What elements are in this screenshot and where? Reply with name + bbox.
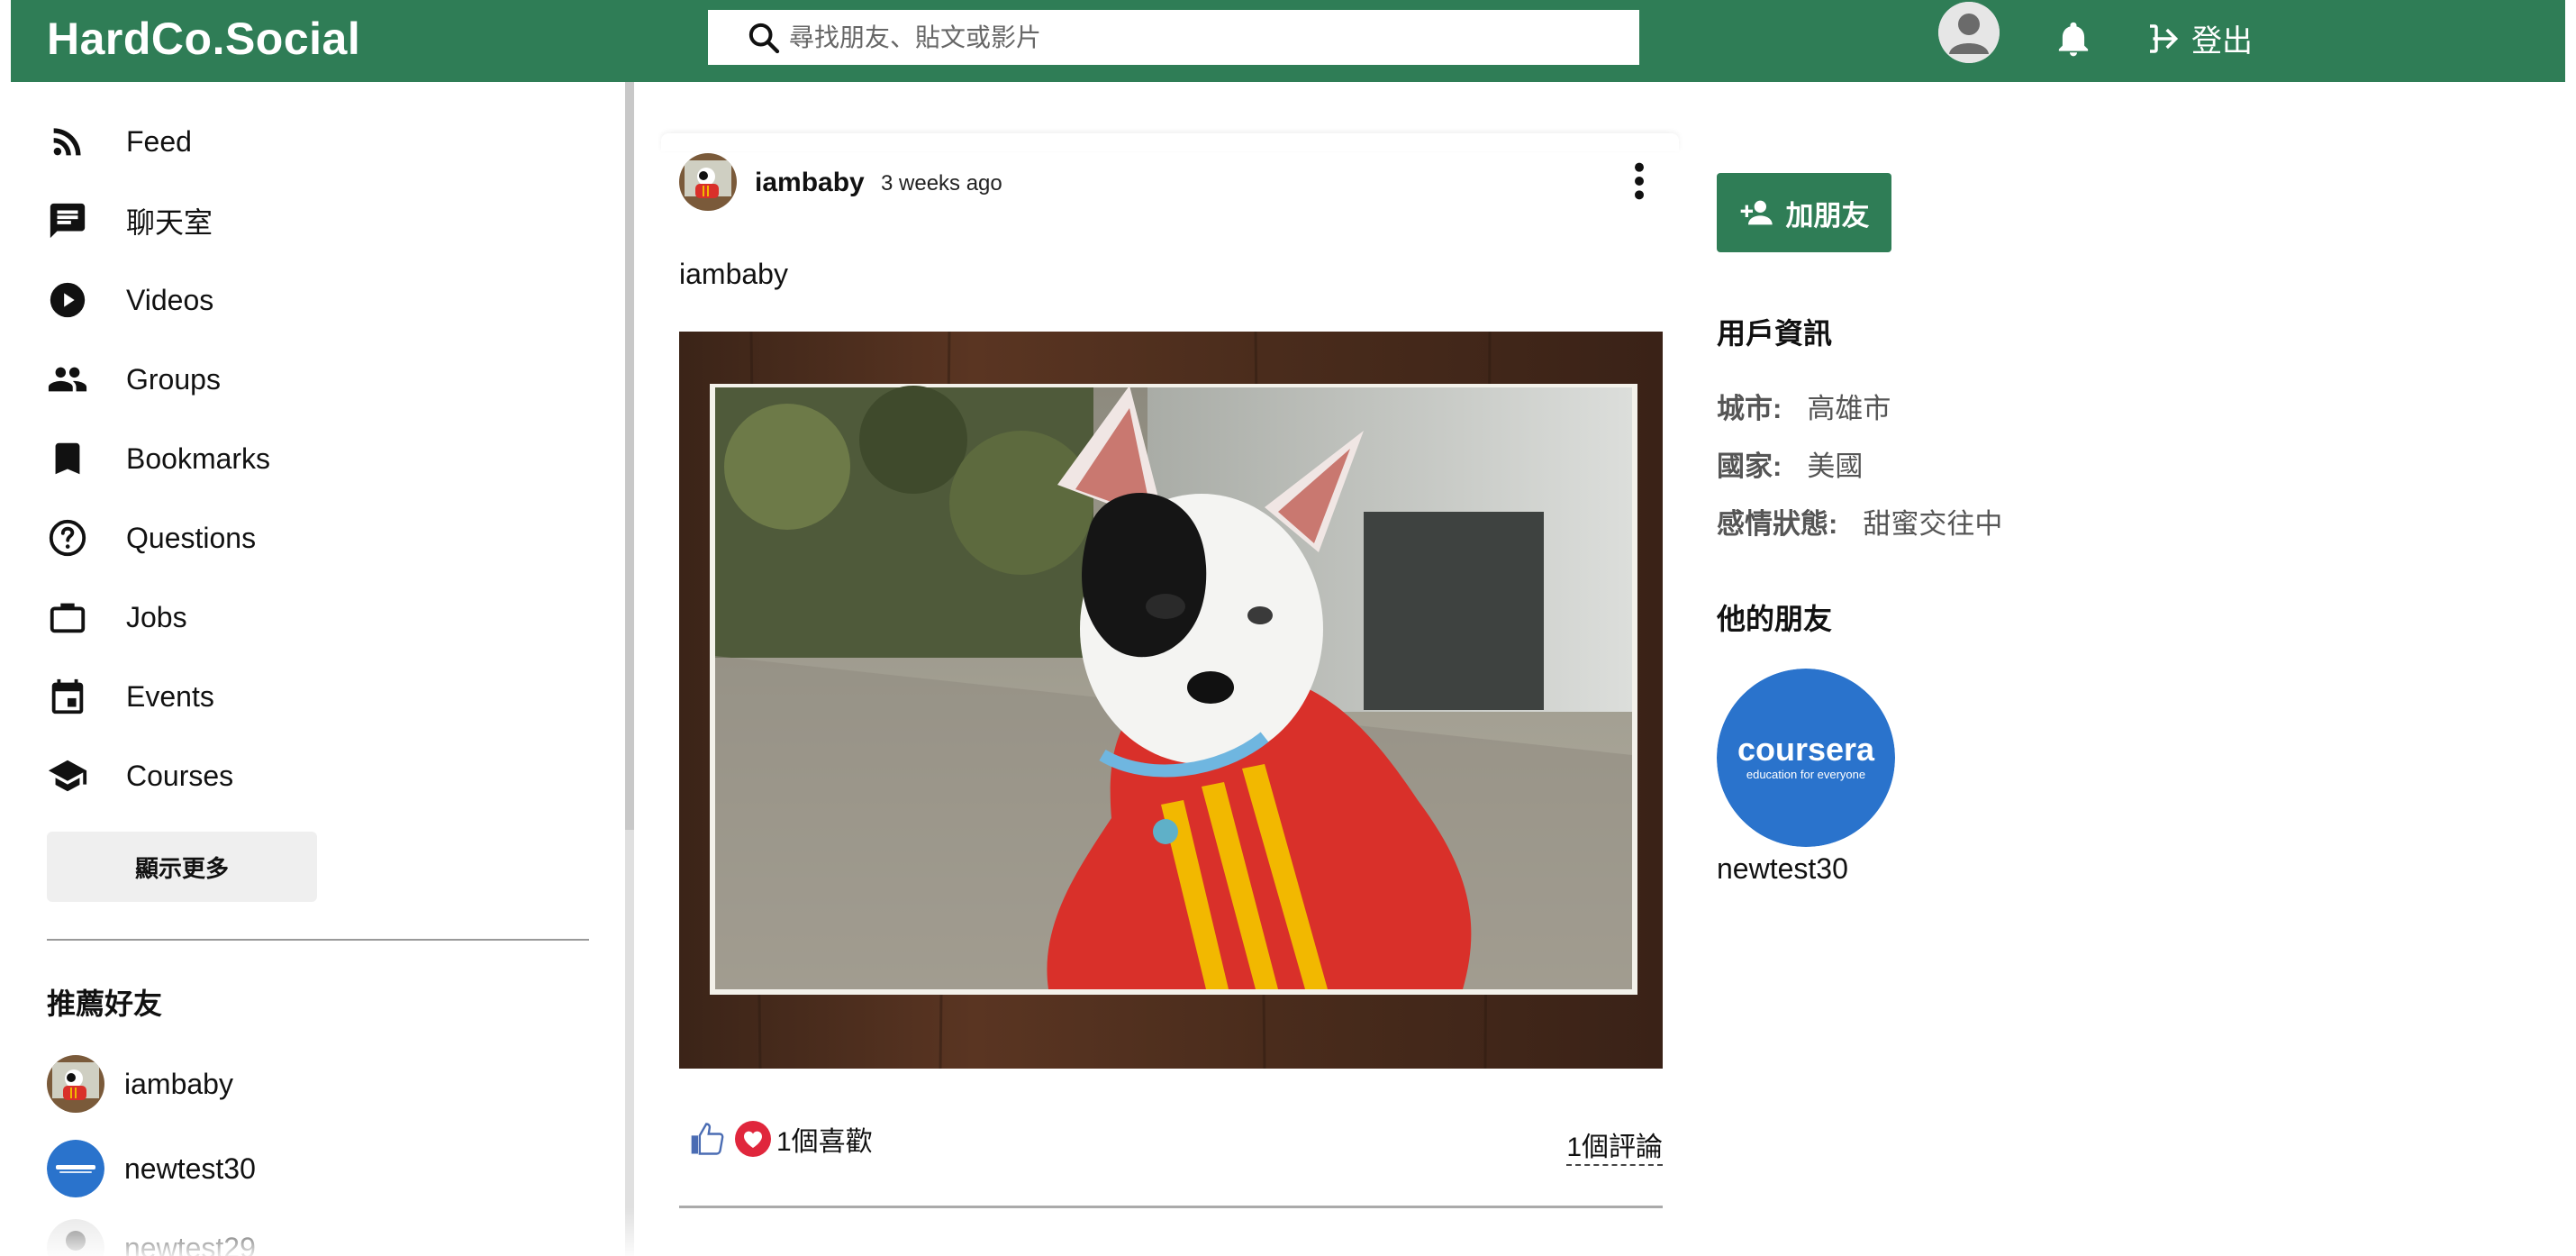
app-logo[interactable]: HardCo.Social <box>47 13 360 65</box>
sidebar-item-label: Events <box>126 679 214 713</box>
sidebar-item-label: Courses <box>126 759 234 792</box>
sidebar-item-label: Videos <box>126 283 214 316</box>
post-card: iambaby 3 weeks ago iambaby 1個喜歡 1個評論 <box>661 133 1679 1256</box>
user-avatar[interactable] <box>1938 2 2000 63</box>
chat-icon <box>50 203 86 239</box>
sidebar-item-feed[interactable]: Feed <box>47 114 192 168</box>
relationship-label: 感情狀態: <box>1717 508 1838 540</box>
show-more-button[interactable]: 顯示更多 <box>47 832 317 902</box>
heart-icon[interactable] <box>735 1121 771 1157</box>
friends-title: 他的朋友 <box>1717 603 1833 635</box>
country-label: 國家: <box>1717 451 1782 482</box>
logout-label: 登出 <box>2191 24 2253 59</box>
logout-icon <box>2150 23 2179 53</box>
sidebar-scrollbar-thumb[interactable] <box>625 82 634 830</box>
search-icon <box>748 23 780 53</box>
sidebar-divider <box>47 939 589 941</box>
sidebar-item-label: Feed <box>126 124 192 158</box>
post-image[interactable] <box>679 332 1663 1069</box>
relationship-row: 感情狀態: 甜蜜交往中 <box>1717 501 2002 542</box>
bottom-fade <box>0 1207 2576 1256</box>
sidebar-item-label: Bookmarks <box>126 441 271 475</box>
sidebar-item-label: Groups <box>126 362 221 396</box>
friend-name: newtest30 <box>124 1151 256 1185</box>
sidebar-item-videos[interactable]: Videos <box>47 273 213 327</box>
more-options-icon[interactable] <box>1630 160 1648 202</box>
briefcase-icon <box>50 603 86 633</box>
sidebar-item-label: Jobs <box>126 600 187 633</box>
search-input[interactable] <box>789 14 1600 60</box>
coursera-logo-subtext: education for everyone <box>1746 768 1865 781</box>
page: HardCo.Social 登出 <box>0 0 2576 1256</box>
bell-icon[interactable] <box>2054 20 2093 59</box>
friend-avatar <box>47 1055 104 1113</box>
sidebar-item-questions[interactable]: Questions <box>47 511 256 565</box>
post-timestamp: 3 weeks ago <box>881 171 1002 196</box>
post-card-edge <box>661 133 1679 151</box>
rss-icon <box>53 128 81 156</box>
person-add-icon <box>1740 200 1773 225</box>
city-value: 高雄市 <box>1807 393 1891 424</box>
country-row: 國家: 美國 <box>1717 443 1863 484</box>
like-thumb-icon[interactable] <box>688 1119 728 1159</box>
group-icon <box>48 367 87 392</box>
add-friend-button[interactable]: 加朋友 <box>1717 173 1891 252</box>
calendar-icon <box>51 678 84 714</box>
comment-count-link[interactable]: 1個評論 <box>1566 1124 1663 1166</box>
relationship-value: 甜蜜交往中 <box>1863 508 2003 540</box>
user-info-title: 用戶資訊 <box>1717 317 1833 350</box>
play-circle-icon <box>50 282 86 318</box>
coursera-logo-text: coursera <box>1737 731 1875 768</box>
default-avatar-icon <box>1938 2 2000 63</box>
top-bar: HardCo.Social 登出 <box>11 0 2565 82</box>
recommended-friends-title: 推薦好友 <box>47 988 163 1020</box>
sidebar-item-bookmarks[interactable]: Bookmarks <box>47 432 270 486</box>
friend-card-avatar[interactable]: coursera education for everyone <box>1717 669 1895 847</box>
post-text: iambaby <box>679 258 788 290</box>
post-author-name[interactable]: iambaby <box>755 168 865 198</box>
friend-name: iambaby <box>124 1067 233 1100</box>
country-value: 美國 <box>1807 451 1864 482</box>
sidebar-item-label: Questions <box>126 521 257 554</box>
search-box[interactable] <box>708 10 1639 65</box>
sidebar-item-events[interactable]: Events <box>47 669 214 724</box>
city-row: 城市: 高雄市 <box>1717 386 1891 426</box>
recommended-friend[interactable]: newtest30 <box>47 1140 256 1197</box>
reaction-row: 1個喜歡 <box>688 1119 873 1159</box>
dog-photo-icon <box>47 1055 104 1113</box>
like-count: 1個喜歡 <box>776 1127 873 1157</box>
left-sidebar: Feed 聊天室 Videos Groups Bookmarks Questio… <box>0 82 621 1256</box>
help-circle-icon <box>49 519 86 557</box>
sidebar-scrollbar-track[interactable] <box>625 830 634 1256</box>
coursera-logo-icon: coursera education for everyone <box>1717 669 1895 847</box>
city-label: 城市: <box>1717 393 1782 424</box>
recommended-friend[interactable]: iambaby <box>47 1055 233 1113</box>
coursera-logo-icon <box>47 1140 104 1197</box>
sidebar-item-courses[interactable]: Courses <box>47 749 233 803</box>
bookmark-icon <box>55 442 80 475</box>
friend-card-name[interactable]: newtest30 <box>1717 852 1848 886</box>
logout-button[interactable]: 登出 <box>2150 16 2253 60</box>
post-author-avatar[interactable] <box>679 153 737 211</box>
dog-photo-icon <box>679 153 737 211</box>
sidebar-item-label: 聊天室 <box>126 206 213 239</box>
sidebar-item-chat[interactable]: 聊天室 <box>47 194 213 248</box>
add-friend-label: 加朋友 <box>1785 199 1870 232</box>
friend-avatar <box>47 1140 104 1197</box>
sidebar-item-groups[interactable]: Groups <box>47 352 221 406</box>
graduation-cap-icon <box>48 760 87 792</box>
sidebar-item-jobs[interactable]: Jobs <box>47 590 187 644</box>
